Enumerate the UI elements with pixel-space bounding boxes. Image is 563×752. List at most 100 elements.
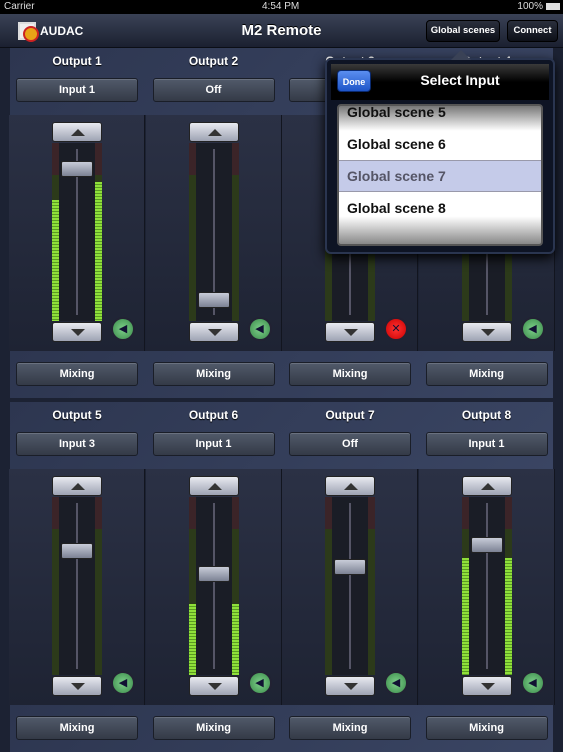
output-label: Output 6	[188, 408, 239, 422]
meter-left	[52, 497, 59, 675]
speaker-icon[interactable]: ◀	[247, 671, 272, 695]
fader-track[interactable]	[461, 497, 512, 675]
volume-down-button[interactable]	[188, 676, 239, 696]
volume-down-button[interactable]	[461, 676, 512, 696]
battery-icon	[546, 3, 560, 10]
mode-button[interactable]: Mixing	[289, 716, 411, 740]
speaker-icon[interactable]: ◀	[247, 317, 272, 341]
fader-knob[interactable]	[61, 543, 93, 560]
battery-level: 100%	[517, 1, 543, 12]
picker-option-selected[interactable]: Global scene 7	[347, 168, 446, 184]
clock: 4:54 PM	[262, 1, 300, 12]
meter-left	[325, 497, 332, 675]
fader-knob[interactable]	[334, 559, 366, 576]
speaker-icon[interactable]: ◀	[520, 671, 545, 695]
volume-up-button[interactable]	[461, 476, 512, 496]
channel-strip: ◀	[9, 469, 145, 705]
meter-right	[231, 497, 239, 675]
fader-rail	[76, 503, 78, 669]
done-button[interactable]: Done	[337, 70, 371, 92]
volume-down-button[interactable]	[325, 676, 375, 696]
mode-button[interactable]: Mixing	[16, 362, 138, 386]
meter-level	[231, 603, 239, 675]
mode-button[interactable]: Mixing	[425, 362, 548, 386]
fader-track[interactable]	[325, 497, 375, 675]
select-input-popover: Done Select Input Global scene 5 Global …	[325, 50, 555, 254]
input-select-button[interactable]: Input 1	[152, 432, 275, 456]
volume-up-button[interactable]	[52, 122, 102, 142]
picker-option[interactable]: Global scene 8	[347, 200, 446, 216]
picker-option[interactable]: Global scene 6	[347, 136, 446, 152]
input-select-button[interactable]: Input 3	[16, 432, 138, 456]
meter-level	[188, 603, 196, 675]
fader-track[interactable]	[188, 497, 239, 675]
meter-level	[95, 182, 102, 321]
volume-down-button[interactable]	[52, 676, 102, 696]
popover-title: Select Input	[420, 72, 500, 88]
meter-level	[504, 557, 512, 675]
meter-level	[52, 199, 59, 321]
meter-right	[95, 497, 102, 675]
speaker-icon[interactable]: ◀	[520, 317, 545, 341]
meter-left	[52, 143, 59, 321]
mode-button[interactable]: Mixing	[16, 716, 138, 740]
volume-down-button[interactable]	[325, 322, 375, 342]
output-label: Output 8	[461, 408, 512, 422]
meter-right	[368, 497, 375, 675]
status-bar: Carrier 4:54 PM 100%	[0, 0, 563, 14]
volume-up-button[interactable]	[188, 476, 239, 496]
fader-knob[interactable]	[61, 160, 93, 177]
meter-left	[461, 497, 469, 675]
volume-down-button[interactable]	[188, 322, 239, 342]
fader-track[interactable]	[52, 143, 102, 321]
fader-rail	[349, 503, 351, 669]
channel-strip: ◀	[145, 115, 282, 351]
fader-knob[interactable]	[197, 291, 230, 308]
popover-toolbar: Done Select Input	[331, 64, 549, 100]
meter-left	[188, 497, 196, 675]
output-label: Output 7	[325, 408, 375, 422]
picker-option[interactable]: Global scene 5	[347, 106, 446, 120]
speaker-icon[interactable]: ◀	[111, 317, 135, 341]
volume-down-button[interactable]	[461, 322, 512, 342]
input-select-button[interactable]: Off	[152, 78, 275, 102]
fader-track[interactable]	[52, 497, 102, 675]
meter-right	[504, 497, 512, 675]
volume-down-button[interactable]	[52, 322, 102, 342]
muted-speaker-icon[interactable]: ✕	[384, 317, 408, 341]
meter-left	[188, 143, 196, 321]
meter-level	[461, 557, 469, 675]
fader-knob[interactable]	[470, 537, 503, 553]
fader-knob[interactable]	[197, 565, 230, 582]
output-label: Output 5	[52, 408, 102, 422]
navbar: AUDAC M2 Remote Global scenes Connect	[0, 14, 563, 48]
mode-button[interactable]: Mixing	[152, 716, 275, 740]
volume-up-button[interactable]	[52, 476, 102, 496]
meter-right	[95, 143, 102, 321]
fader-rail	[212, 503, 215, 669]
carrier: Carrier	[4, 1, 35, 12]
scene-picker[interactable]: Global scene 5 Global scene 6 Global sce…	[337, 104, 543, 246]
mode-button[interactable]: Mixing	[289, 362, 411, 386]
meter-right	[231, 143, 239, 321]
speaker-icon[interactable]: ◀	[384, 671, 408, 695]
output-label: Output 1	[52, 54, 102, 68]
fader-rail	[212, 149, 215, 315]
channel-strip: ◀	[282, 469, 418, 705]
channel-strip: ◀	[418, 469, 555, 705]
mode-button[interactable]: Mixing	[152, 362, 275, 386]
output-label: Output 2	[188, 54, 239, 68]
fader-rail	[485, 503, 488, 669]
channel-strip: ◀	[145, 469, 282, 705]
fader-track[interactable]	[188, 143, 239, 321]
speaker-icon[interactable]: ◀	[111, 671, 135, 695]
input-select-button[interactable]: Off	[289, 432, 411, 456]
input-select-button[interactable]: Input 1	[16, 78, 138, 102]
volume-up-button[interactable]	[188, 122, 239, 142]
connect-button[interactable]: Connect	[507, 20, 558, 42]
mode-button[interactable]: Mixing	[425, 716, 548, 740]
channel-strip: ◀	[9, 115, 145, 351]
volume-up-button[interactable]	[325, 476, 375, 496]
input-select-button[interactable]: Input 1	[425, 432, 548, 456]
global-scenes-button[interactable]: Global scenes	[426, 20, 500, 42]
